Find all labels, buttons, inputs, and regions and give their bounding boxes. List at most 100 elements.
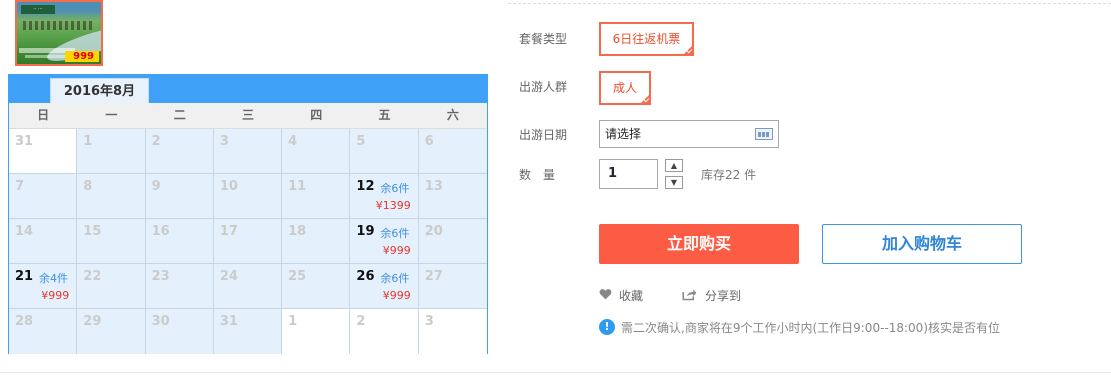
favorite-button[interactable]: 收藏 xyxy=(599,287,659,303)
calendar-day-number: 2 xyxy=(356,314,366,329)
share-button[interactable]: 分享到 xyxy=(682,287,752,303)
selected-check-icon xyxy=(683,45,693,55)
top-dashed-divider xyxy=(508,3,1111,4)
calendar-month-tab[interactable]: 2016年8月 xyxy=(50,78,149,103)
calendar-day: 1 xyxy=(282,309,351,354)
calendar-day-number: 3 xyxy=(219,134,229,149)
calendar-day: 20 xyxy=(418,219,487,264)
traveler-group-label: 出游人群 xyxy=(519,80,568,94)
calendar-day-stock: 余4件 xyxy=(39,272,68,285)
calendar-day-number: 20 xyxy=(424,224,443,239)
calendar-day: 6 xyxy=(418,129,487,174)
calendar-day-price: ¥1399 xyxy=(375,199,411,212)
calendar-day-stock: 余6件 xyxy=(380,227,410,240)
add-to-cart-button[interactable]: 加入购物车 xyxy=(822,224,1022,264)
calendar-day: 10 xyxy=(213,174,283,219)
calendar-day-number: 6 xyxy=(424,134,434,149)
calendar-day-number: 29 xyxy=(83,314,102,329)
calendar-day-number: 18 xyxy=(288,224,307,239)
calendar-day: 15 xyxy=(77,219,146,264)
thumbnail-price: 999 xyxy=(65,51,99,62)
calendar-day: 30 xyxy=(145,309,214,354)
weekday-fri: 五 xyxy=(378,108,391,122)
calendar-day-number: 15 xyxy=(83,224,102,239)
calendar-day-number: 9 xyxy=(151,179,161,194)
calendar-day: 17 xyxy=(213,219,283,264)
calendar-day: 11 xyxy=(282,174,351,219)
thumbnail-herd xyxy=(23,21,93,30)
calendar-day-number: 11 xyxy=(288,179,307,194)
calendar-day-number: 19 xyxy=(356,224,375,239)
weekday-thu: 四 xyxy=(310,108,323,122)
weekday-wed: 三 xyxy=(241,108,254,122)
thumbnail-logo: ·· ··· xyxy=(21,5,55,14)
calendar-day-number: 23 xyxy=(151,269,170,284)
calendar-day: 24 xyxy=(213,264,283,309)
info-icon: ! xyxy=(599,319,615,335)
calendar-day-number: 28 xyxy=(15,314,34,329)
calendar-day-price: ¥999 xyxy=(41,289,70,302)
quantity-increase-button[interactable]: ▲ xyxy=(665,159,683,172)
favorite-label: 收藏 xyxy=(619,289,644,303)
calendar-day: 8 xyxy=(77,174,146,219)
weekday-mon: 一 xyxy=(105,108,118,122)
calendar-day: 4 xyxy=(282,129,351,174)
calendar-day: 18 xyxy=(282,219,351,264)
product-thumbnail[interactable]: ·· ··· 999 xyxy=(15,0,103,66)
traveler-option-label: 成人 xyxy=(612,81,637,95)
calendar-day-number: 17 xyxy=(219,224,238,239)
quantity-decrease-button[interactable]: ▼ xyxy=(665,176,683,189)
calendar-day: 22 xyxy=(77,264,146,309)
calendar-day-number: 14 xyxy=(15,224,34,239)
buy-now-button[interactable]: 立即购买 xyxy=(599,224,799,264)
package-type-label: 套餐类型 xyxy=(519,32,568,46)
calendar-day-number: 22 xyxy=(83,269,102,284)
bottom-divider xyxy=(0,372,1111,373)
calendar-day: 7 xyxy=(9,174,78,219)
share-icon xyxy=(682,289,697,301)
calendar-day-available[interactable]: 21 余4件 ¥999 xyxy=(9,264,78,309)
calendar-day: 9 xyxy=(145,174,214,219)
calendar-day-number: 4 xyxy=(288,134,298,149)
calendar-day-price: ¥999 xyxy=(382,289,411,302)
calendar-day-number: 12 xyxy=(356,179,375,194)
calendar-day-number: 21 xyxy=(15,269,34,284)
calendar-day: 3 xyxy=(418,309,487,354)
weekday-sun: 日 xyxy=(37,108,50,122)
calendar-day-number: 3 xyxy=(424,314,434,329)
calendar-icon[interactable] xyxy=(755,128,773,140)
calendar-day: 28 xyxy=(9,309,78,354)
calendar-day-price: ¥999 xyxy=(382,244,411,257)
calendar-day-available[interactable]: 19 余6件 ¥999 xyxy=(350,219,419,264)
share-label: 分享到 xyxy=(705,289,742,303)
traveler-option-selected[interactable]: 成人 xyxy=(599,71,651,105)
quantity-input[interactable]: 1 xyxy=(599,159,658,189)
calendar-day: 5 xyxy=(350,129,419,174)
travel-date-input[interactable]: 请选择 xyxy=(599,120,779,148)
calendar-day: 25 xyxy=(282,264,351,309)
calendar-day-stock: 余6件 xyxy=(380,272,410,285)
departure-calendar: 2016年8月 日 一 二 三 四 五 六 31 1 2 3 4 5 6 7 8 9 10 11 12 余… xyxy=(8,74,488,354)
travel-date-label: 出游日期 xyxy=(519,128,568,142)
calendar-day-stock: 余6件 xyxy=(380,182,410,195)
calendar-day: 27 xyxy=(418,264,487,309)
inventory-count: 库存22 件 xyxy=(701,168,757,182)
thumbnail-caption-2 xyxy=(25,55,71,58)
calendar-day-number: 26 xyxy=(356,269,375,284)
calendar-weekday-row: 日 一 二 三 四 五 六 xyxy=(9,103,487,129)
calendar-header: 2016年8月 xyxy=(9,75,487,103)
calendar-day: 23 xyxy=(145,264,214,309)
calendar-day-number: 13 xyxy=(424,179,443,194)
calendar-day: 2 xyxy=(145,129,214,174)
weekday-sat: 六 xyxy=(446,108,459,122)
calendar-day: 14 xyxy=(9,219,78,264)
calendar-day-grid: 31 1 2 3 4 5 6 7 8 9 10 11 12 余6件 ¥1399 13 14 15 16 17 18 19 余… xyxy=(9,129,487,354)
calendar-day-available[interactable]: 12 余6件 ¥1399 xyxy=(350,174,419,219)
calendar-day-number: 10 xyxy=(219,179,238,194)
calendar-day-number: 5 xyxy=(356,134,366,149)
package-option-selected[interactable]: 6日往返机票 xyxy=(599,22,694,56)
confirmation-notice-text: 需二次确认,商家将在9个工作小时内(工作日9:00--18:00)核实是否有位 xyxy=(621,321,1001,335)
calendar-day-number: 2 xyxy=(151,134,161,149)
calendar-day-available[interactable]: 26 余6件 ¥999 xyxy=(350,264,419,309)
calendar-day: 1 xyxy=(77,129,146,174)
